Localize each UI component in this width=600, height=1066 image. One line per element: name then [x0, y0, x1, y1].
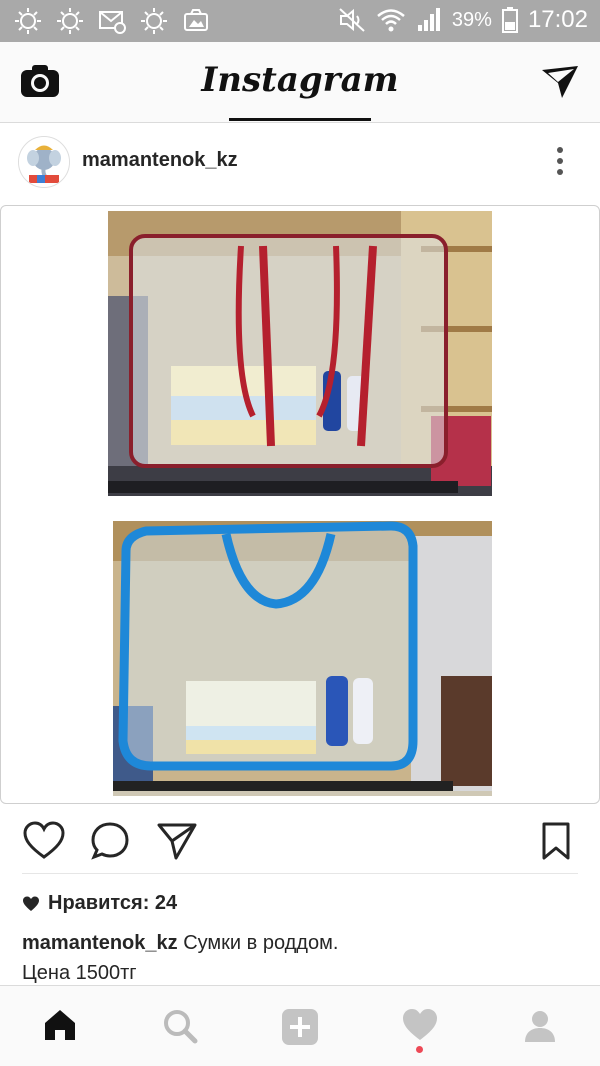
photo-red-bag — [108, 211, 492, 496]
app-title: Instagram — [201, 60, 399, 100]
post-caption: mamantenok_kz Сумки в роддом. Цена 1500т… — [22, 928, 582, 988]
filled-heart-icon — [23, 896, 39, 911]
post-photo — [108, 211, 492, 796]
add-post-icon[interactable] — [281, 1008, 319, 1046]
like-heart-icon[interactable] — [22, 821, 66, 861]
app-header: Instagram — [0, 42, 600, 123]
search-icon[interactable] — [162, 1008, 198, 1044]
caption-text-line1: Сумки в роддом. — [183, 932, 339, 954]
notification-dot — [416, 1046, 423, 1053]
post-header: mamantenok_kz — [0, 123, 600, 203]
wifi-icon — [377, 9, 405, 32]
direct-message-icon[interactable] — [540, 64, 580, 100]
battery-icon — [501, 7, 518, 33]
signal-icon — [417, 8, 440, 31]
bottom-navigation — [0, 985, 600, 1066]
battery-percent: 39% — [451, 8, 492, 31]
elephant-logo-icon — [19, 137, 69, 187]
bookmark-icon[interactable] — [541, 821, 571, 861]
email-icon — [99, 11, 126, 34]
weather-sun-icon — [57, 8, 83, 34]
status-bar-notifications — [14, 7, 210, 35]
avatar[interactable] — [18, 136, 70, 188]
post-actions — [0, 815, 600, 873]
profile-icon[interactable] — [522, 1008, 558, 1044]
weather-sun-icon — [141, 8, 167, 34]
more-options-icon[interactable] — [552, 145, 568, 177]
likes-label: Нравится: 24 — [48, 892, 178, 914]
share-send-icon[interactable] — [156, 821, 198, 861]
post-username[interactable]: mamantenok_kz — [82, 149, 238, 172]
post-image[interactable] — [0, 205, 600, 804]
tab-indicator — [229, 118, 371, 121]
home-icon[interactable] — [42, 1008, 78, 1042]
photo-blue-bag — [113, 521, 492, 796]
comment-icon[interactable] — [90, 821, 130, 861]
gallery-icon — [184, 9, 208, 31]
likes-count[interactable]: Нравится: 24 — [22, 892, 177, 915]
clock: 17:02 — [527, 6, 588, 33]
activity-heart-icon[interactable] — [401, 1008, 439, 1042]
status-bar-system: 39% 17:02 — [338, 6, 588, 34]
weather-sun-icon — [15, 8, 41, 34]
mute-icon — [339, 8, 365, 32]
status-bar: 39% 17:02 — [0, 0, 600, 42]
caption-username[interactable]: mamantenok_kz — [22, 932, 178, 954]
divider — [22, 873, 578, 874]
caption-text-line2: Цена 1500тг — [22, 962, 137, 984]
